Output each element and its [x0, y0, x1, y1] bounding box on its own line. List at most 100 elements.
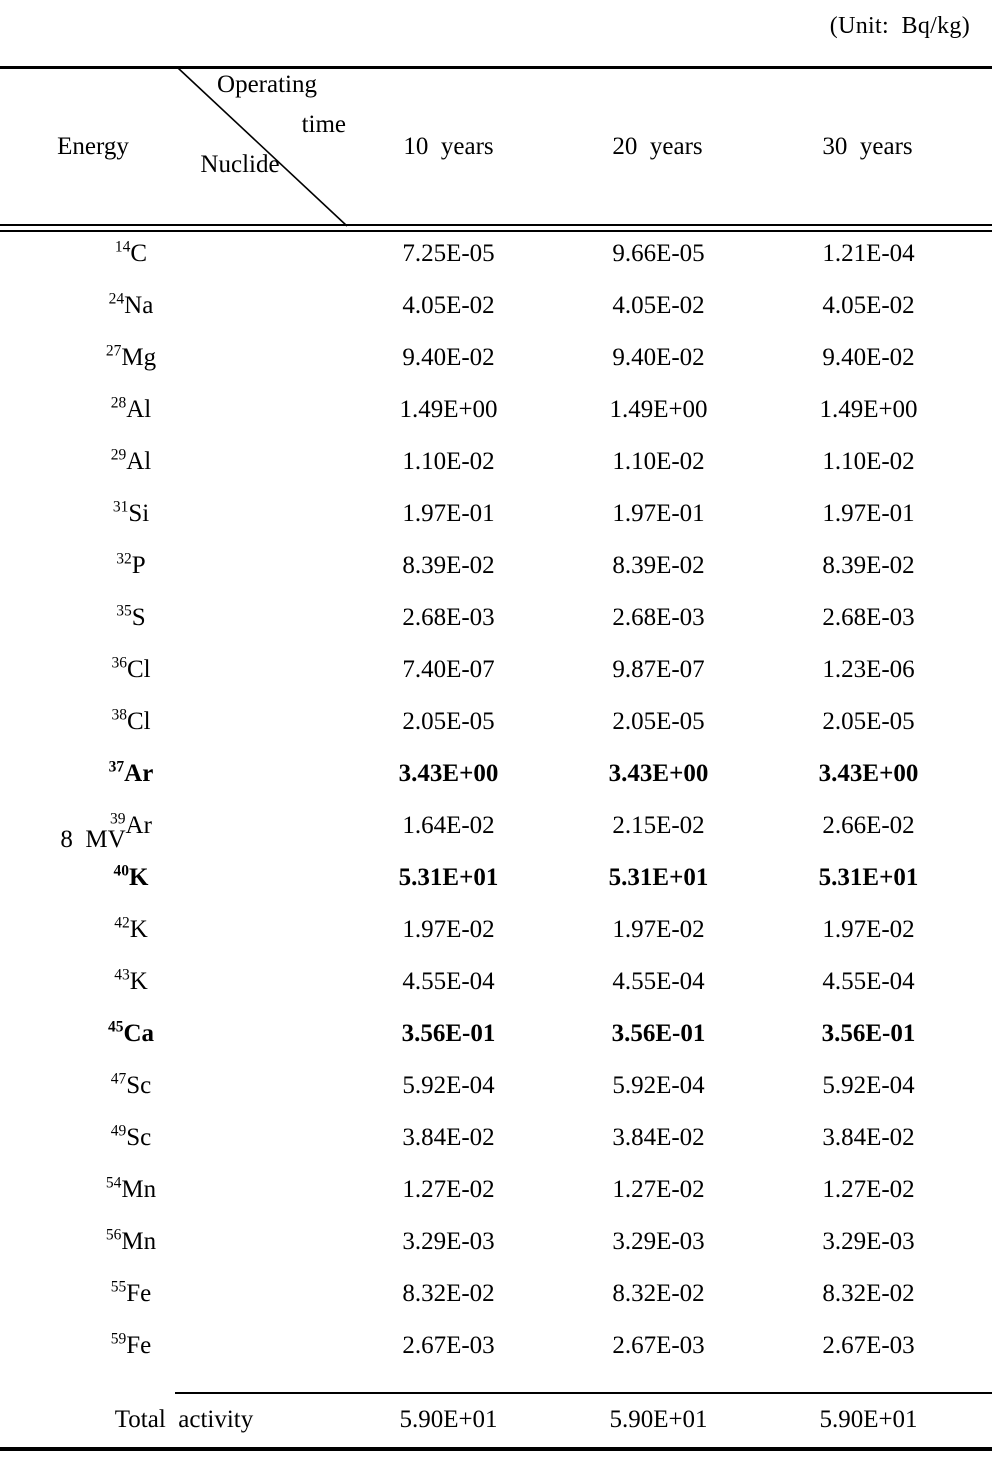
nuclide-mass-number: 43 [114, 966, 130, 984]
total-value-20-years: 5.90E+01 [609, 1406, 708, 1433]
activity-value: 3.84E-02 [822, 1124, 915, 1151]
nuclide-element-symbol: Sc [126, 1124, 152, 1151]
nuclide-mass-number: 40 [113, 862, 130, 880]
activity-value: 5.92E-04 [612, 1072, 705, 1099]
nuclide-mass-number: 42 [114, 914, 130, 932]
nuclide-element-symbol: Si [128, 500, 150, 527]
nuclide-element-symbol: K [129, 916, 148, 943]
nuclide-mass-number: 31 [112, 498, 129, 516]
nuclide-mass-number: 38 [111, 706, 127, 724]
table-row: 54Mn 1.27E-02 1.27E-02 1.27E-02 [0, 1164, 992, 1216]
total-value-30-years: 5.90E+01 [819, 1406, 918, 1433]
header-column-30-years: 30 years [822, 133, 913, 160]
table-row: 29Al 1.10E-02 1.10E-02 1.10E-02 [0, 436, 992, 488]
activity-value: 9.40E-02 [612, 344, 705, 371]
activity-value: 4.05E-02 [612, 292, 705, 319]
activity-value: 1.10E-02 [402, 448, 495, 475]
table-row: 24Na 4.05E-02 4.05E-02 4.05E-02 [0, 280, 992, 332]
activity-value: 1.97E-02 [822, 916, 915, 943]
activity-value: 1.49E+00 [819, 396, 918, 423]
activity-value: 2.68E-03 [612, 604, 705, 631]
nuclide-mass-number: 45 [107, 1018, 124, 1036]
activity-value: 8.39E-02 [402, 552, 495, 579]
nuclide-label: 37Ar [0, 758, 348, 788]
nuclide-label: 55Fe [0, 1279, 348, 1308]
nuclide-label: 24Na [0, 291, 348, 320]
table-row: 31Si 1.97E-01 1.97E-01 1.97E-01 [0, 488, 992, 540]
nuclide-mass-number: 59 [110, 1330, 127, 1348]
activity-value: 3.29E-03 [402, 1228, 495, 1255]
nuclide-mass-number: 47 [110, 1070, 127, 1088]
table-row: 27Mg 9.40E-02 9.40E-02 9.40E-02 [0, 332, 992, 384]
nuclide-mass-number: 32 [116, 550, 132, 568]
table-row: 42K 1.97E-02 1.97E-02 1.97E-02 [0, 904, 992, 956]
nuclide-label: 35S [0, 602, 348, 632]
table-top-border [0, 66, 992, 69]
nuclide-element-symbol: Ar [124, 760, 154, 787]
table-row: 59Fe 2.67E-03 2.67E-03 2.67E-03 [0, 1320, 992, 1372]
activity-value: 2.66E-02 [822, 812, 915, 839]
activity-value: 9.40E-02 [402, 344, 495, 371]
nuclide-element-symbol: Mn [121, 1228, 157, 1255]
nuclide-label: 32P [0, 550, 348, 580]
activity-value: 3.43E+00 [818, 760, 919, 787]
nuclide-label: 45Ca [0, 1018, 348, 1048]
nuclide-element-symbol: Cl [126, 656, 151, 683]
nuclide-mass-number: 28 [110, 394, 127, 412]
table-bottom-border [0, 1447, 992, 1451]
unit-caption: (Unit: Bq/kg) [829, 13, 970, 39]
nuclide-label: 56Mn [0, 1226, 348, 1256]
nuclide-label: 40K [0, 862, 348, 892]
activity-value: 1.64E-02 [402, 812, 495, 839]
table-row: 49Sc 3.84E-02 3.84E-02 3.84E-02 [0, 1112, 992, 1164]
activity-value: 4.55E-04 [822, 968, 915, 995]
table-row: 43K 4.55E-04 4.55E-04 4.55E-04 [0, 956, 992, 1008]
total-activity-label: Total activity [114, 1406, 254, 1433]
nuclide-element-symbol: Ar [125, 812, 152, 839]
nuclide-mass-number: 29 [110, 446, 127, 464]
nuclide-label: 43K [0, 966, 348, 996]
activity-value: 1.10E-02 [822, 448, 915, 475]
nuclide-element-symbol: P [131, 552, 146, 579]
nuclide-element-symbol: S [131, 604, 146, 631]
table-row: 40K 5.31E+01 5.31E+01 5.31E+01 [0, 852, 992, 904]
header-operating: Operating [217, 71, 317, 98]
nuclide-element-symbol: Sc [126, 1072, 152, 1099]
nuclide-mass-number: 37 [108, 758, 125, 776]
activity-value: 1.27E-02 [402, 1176, 495, 1203]
activity-value: 1.97E-02 [612, 916, 705, 943]
nuclide-label: 49Sc [0, 1123, 348, 1152]
table-row: 39Ar 1.64E-02 2.15E-02 2.66E-02 [0, 800, 992, 852]
activity-value: 2.05E-05 [402, 708, 495, 735]
table-row: 35S 2.68E-03 2.68E-03 2.68E-03 [0, 592, 992, 644]
activity-value: 1.49E+00 [609, 396, 708, 423]
activity-value: 2.15E-02 [612, 812, 705, 839]
table-row: 37Ar 3.43E+00 3.43E+00 3.43E+00 [0, 748, 992, 800]
activity-value: 4.05E-02 [822, 292, 915, 319]
nuclide-element-symbol: Al [126, 448, 152, 475]
total-separator-line [175, 1392, 992, 1394]
activity-value: 4.55E-04 [612, 968, 705, 995]
activity-value: 7.40E-07 [402, 656, 495, 683]
nuclide-mass-number: 56 [105, 1226, 122, 1244]
nuclide-element-symbol: Fe [126, 1332, 152, 1359]
nuclide-mass-number: 35 [116, 602, 132, 620]
activity-value: 5.31E+01 [818, 864, 919, 891]
activity-value: 9.40E-02 [822, 344, 915, 371]
nuclide-element-symbol: Na [124, 292, 154, 319]
nuclide-element-symbol: Ca [123, 1020, 155, 1047]
activity-value: 1.21E-04 [822, 240, 915, 267]
activity-value: 1.27E-02 [822, 1176, 915, 1203]
activity-value: 3.29E-03 [612, 1228, 705, 1255]
nuclide-element-symbol: Mg [121, 344, 157, 371]
activity-value: 9.87E-07 [612, 656, 705, 683]
activity-value: 8.32E-02 [612, 1280, 705, 1307]
activity-value: 3.84E-02 [402, 1124, 495, 1151]
activity-value: 3.29E-03 [822, 1228, 915, 1255]
activity-value: 1.10E-02 [612, 448, 705, 475]
activity-value: 2.05E-05 [822, 708, 915, 735]
nuclide-element-symbol: Fe [126, 1280, 152, 1307]
nuclide-label: 14C [0, 239, 348, 268]
total-value-10-years: 5.90E+01 [399, 1406, 498, 1433]
activity-value: 3.56E-01 [611, 1020, 706, 1047]
